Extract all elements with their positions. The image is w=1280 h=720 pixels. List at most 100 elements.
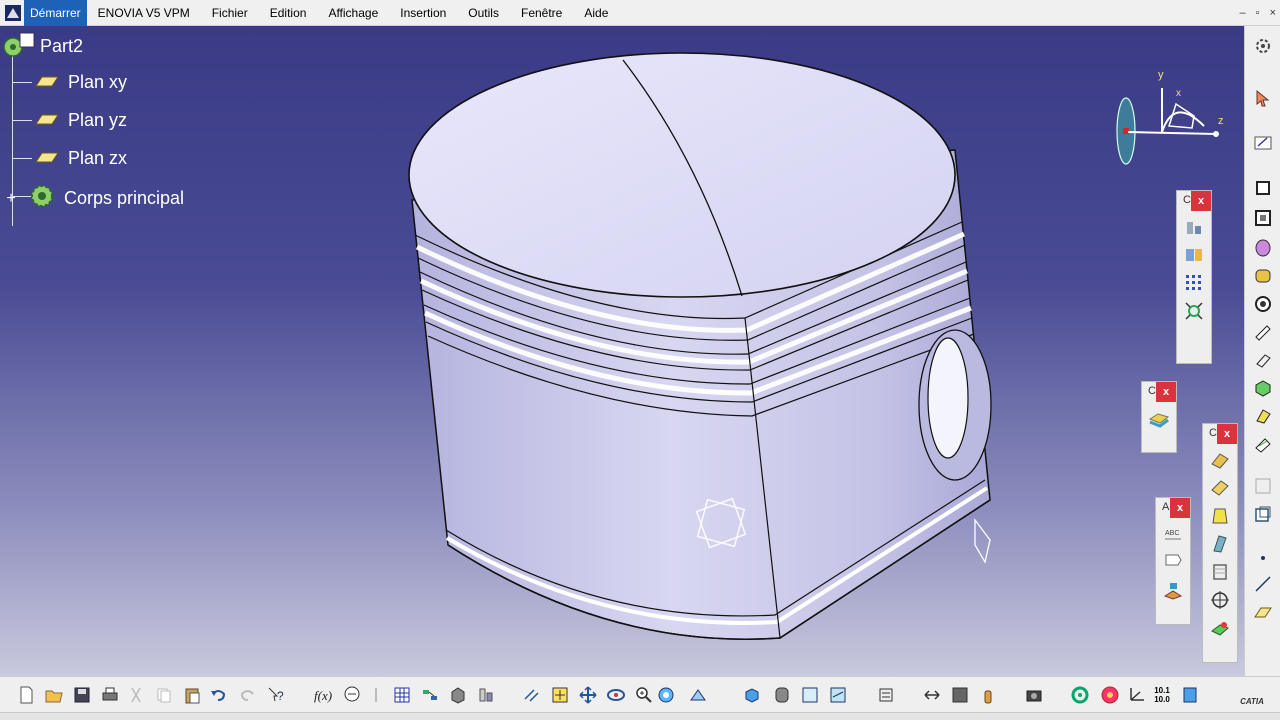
formula-icon[interactable]: f(x) (312, 683, 336, 707)
cut-icon[interactable] (124, 683, 148, 707)
toolbar-header[interactable]: C x (1203, 424, 1237, 444)
restore-button[interactable]: ▫ (1256, 0, 1260, 26)
multi-section-solid-icon[interactable] (1251, 376, 1275, 400)
zoom-in-icon[interactable] (632, 683, 656, 707)
scaling-icon[interactable] (1182, 299, 1206, 323)
update-icon[interactable] (1068, 683, 1092, 707)
toolbar-header[interactable]: C x (1177, 191, 1211, 211)
split-arrows-icon[interactable] (920, 683, 944, 707)
groove-icon[interactable] (1251, 264, 1275, 288)
save-icon[interactable] (70, 683, 94, 707)
table-icon[interactable] (390, 683, 414, 707)
draft-icon[interactable] (1208, 504, 1232, 528)
sketch-based-icon[interactable] (1182, 215, 1206, 239)
whats-this-icon[interactable]: ? (264, 683, 288, 707)
fly-mode-icon[interactable] (520, 683, 544, 707)
tree-item-corps-principal[interactable]: + Corps principal (4, 182, 184, 215)
analysis-icon[interactable] (474, 683, 498, 707)
rotate-icon[interactable] (604, 683, 628, 707)
zoom-out-icon[interactable] (654, 683, 678, 707)
solid-combine-icon[interactable] (1251, 432, 1275, 456)
options-icon[interactable] (1178, 683, 1202, 707)
line-icon[interactable] (1251, 572, 1275, 596)
target-icon[interactable] (1208, 588, 1232, 612)
3d-viewport[interactable]: Part2 Plan xy Plan yz Plan zx + Corps pr… (0, 26, 1244, 676)
floating-toolbar-1[interactable]: C x (1176, 190, 1212, 364)
menu-demarrer[interactable]: Démarrer (24, 0, 87, 26)
expand-plus-icon[interactable]: + (4, 190, 18, 208)
paste-icon[interactable] (180, 683, 204, 707)
fillet-icon[interactable] (1208, 448, 1232, 472)
3d-annotation-icon[interactable] (1161, 578, 1185, 602)
tree-item-plan-zx[interactable]: Plan zx (34, 148, 127, 169)
normal-view-icon[interactable] (686, 683, 710, 707)
settings-gear-icon[interactable] (1251, 34, 1275, 58)
compass-widget[interactable]: y x z (1114, 66, 1230, 171)
plane-icon[interactable] (1251, 600, 1275, 624)
menu-edition[interactable]: Edition (259, 0, 318, 26)
chamfer-icon[interactable] (1208, 476, 1232, 500)
catalog-icon[interactable] (418, 683, 442, 707)
transformation-icon[interactable] (1182, 243, 1206, 267)
boolean-icon[interactable] (1251, 502, 1275, 526)
hole-icon[interactable] (1251, 292, 1275, 316)
flag-note-icon[interactable] (1161, 550, 1185, 574)
hide-show-icon[interactable] (798, 683, 822, 707)
redo-icon[interactable] (236, 683, 260, 707)
tree-root-part2[interactable]: Part2 (2, 30, 83, 63)
law-icon[interactable] (364, 683, 388, 707)
bottle-icon[interactable] (976, 683, 1000, 707)
swirl-icon[interactable] (1098, 683, 1122, 707)
close-window-button[interactable]: × (1270, 0, 1276, 26)
close-icon[interactable]: x (1217, 424, 1237, 444)
pad-icon[interactable] (1251, 176, 1275, 200)
select-arrow-icon[interactable] (1251, 86, 1275, 110)
tree-item-plan-xy[interactable]: Plan xy (34, 72, 127, 93)
close-icon[interactable]: x (1170, 498, 1190, 518)
menu-fichier[interactable]: Fichier (201, 0, 259, 26)
floating-toolbar-2[interactable]: C x (1141, 381, 1177, 453)
pocket-icon[interactable] (1251, 206, 1275, 230)
tree-item-plan-yz[interactable]: Plan yz (34, 110, 127, 131)
axis-system-icon[interactable] (1124, 683, 1148, 707)
knowledge-icon[interactable] (340, 683, 364, 707)
shading-icon[interactable] (770, 683, 794, 707)
fit-all-icon[interactable] (548, 683, 572, 707)
shaft-icon[interactable] (1251, 236, 1275, 260)
pan-icon[interactable] (576, 683, 600, 707)
open-folder-icon[interactable] (42, 683, 66, 707)
piston-model[interactable] (0, 26, 1244, 676)
menu-affichage[interactable]: Affichage (317, 0, 389, 26)
undo-icon[interactable] (206, 683, 230, 707)
tools-palette-icon[interactable] (874, 683, 898, 707)
shell-icon[interactable] (1208, 532, 1232, 556)
slot-icon[interactable] (1251, 348, 1275, 372)
pointer-icon[interactable] (948, 683, 972, 707)
menu-fenetre[interactable]: Fenêtre (510, 0, 573, 26)
menu-outils[interactable]: Outils (457, 0, 510, 26)
thread-icon[interactable] (1208, 560, 1232, 584)
catia-app-icon[interactable] (2, 2, 24, 24)
close-icon[interactable]: x (1156, 382, 1176, 402)
iso-view-icon[interactable] (740, 683, 764, 707)
units-badge[interactable]: 10.1 10.0 (1150, 683, 1174, 707)
thickness-surface-icon[interactable] (1147, 406, 1171, 430)
removed-multi-section-icon[interactable] (1251, 404, 1275, 428)
text-annotation-icon[interactable]: ABC (1161, 522, 1185, 546)
print-icon[interactable] (98, 683, 122, 707)
constraint-icon[interactable] (1251, 474, 1275, 498)
point-icon[interactable] (1251, 546, 1275, 570)
camera-icon[interactable] (1022, 683, 1046, 707)
measure-icon[interactable] (446, 683, 470, 707)
new-file-icon[interactable] (14, 683, 38, 707)
close-icon[interactable]: x (1191, 191, 1211, 211)
copy-icon[interactable] (152, 683, 176, 707)
sketch-icon[interactable] (1251, 130, 1275, 154)
swap-visible-icon[interactable] (826, 683, 850, 707)
remove-face-icon[interactable] (1208, 616, 1232, 640)
minimize-button[interactable]: – (1240, 0, 1246, 26)
pattern-icon[interactable] (1182, 271, 1206, 295)
menu-enovia[interactable]: ENOVIA V5 VPM (87, 0, 201, 26)
rib-icon[interactable] (1251, 320, 1275, 344)
floating-toolbar-3[interactable]: C x (1202, 423, 1238, 663)
